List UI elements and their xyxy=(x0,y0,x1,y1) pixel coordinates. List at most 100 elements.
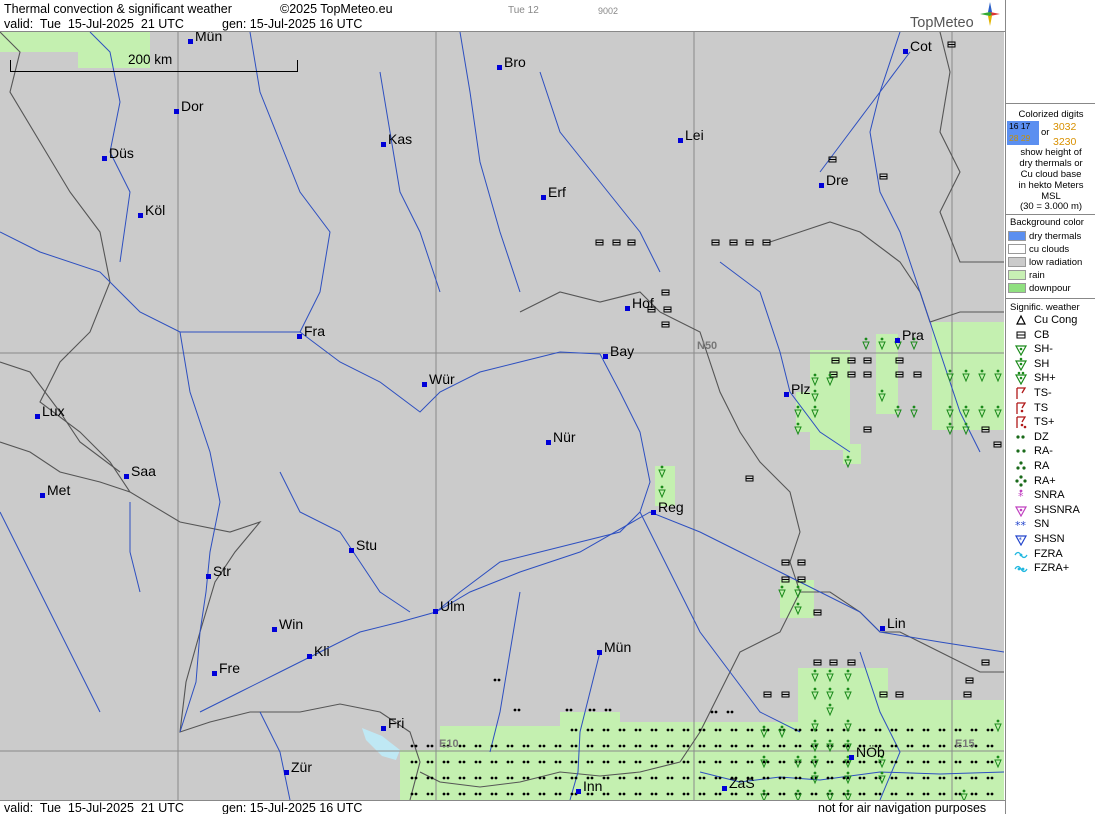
legend-weather-item: ** SN xyxy=(1008,517,1095,531)
city-label: Nür xyxy=(553,429,576,445)
city-marker-icon xyxy=(722,786,727,791)
legend-weather-item: * SNRA xyxy=(1008,488,1095,502)
city-label: ZaS xyxy=(729,775,755,791)
city-label: Bay xyxy=(610,343,635,359)
city-marker-icon xyxy=(307,654,312,659)
city-marker-icon xyxy=(212,671,217,676)
legend-weather-label: SH+ xyxy=(1034,372,1056,385)
city-label: Fre xyxy=(219,660,240,676)
topmeteo-logo-text[interactable]: TopMeteo xyxy=(910,15,974,31)
cb-icon xyxy=(828,156,837,163)
digits-alt-top: 3032 xyxy=(1053,121,1077,133)
background-label: rain xyxy=(1029,270,1045,281)
cb-icon xyxy=(781,559,790,566)
freezing-rain-heavy-icon xyxy=(1014,566,1028,573)
cb-icon xyxy=(879,173,888,180)
city-label: Erf xyxy=(548,184,566,200)
snow-icon: ** xyxy=(1015,519,1027,531)
city-marker-icon xyxy=(678,138,683,143)
legend-weather-label: TS+ xyxy=(1034,416,1055,429)
legend-weather-label: DZ xyxy=(1034,430,1049,443)
city-marker-icon xyxy=(188,39,193,44)
digits-desc-3: Cu cloud base xyxy=(1020,169,1082,180)
background-swatch xyxy=(1008,270,1026,280)
city-marker-icon xyxy=(497,65,502,70)
cb-icon xyxy=(863,357,872,364)
background-swatch xyxy=(1008,244,1026,254)
city-marker-icon xyxy=(576,789,581,794)
legend-weather-label: Cu Cong xyxy=(1034,314,1078,326)
cb-icon xyxy=(711,239,720,246)
background-swatch xyxy=(1008,257,1026,267)
drizzle-icon xyxy=(1016,435,1025,439)
drizzle-icon xyxy=(426,744,434,748)
digits-desc-1: show height of xyxy=(1020,147,1082,158)
legend-weather-label: RA- xyxy=(1034,445,1053,458)
legend-weather-item: * SHSN xyxy=(1008,532,1095,546)
map-header: Thermal convection & significant weather… xyxy=(0,0,1005,32)
legend-weather-label: SH xyxy=(1034,357,1050,370)
city-label: Inn xyxy=(583,778,603,794)
background-swatch xyxy=(1008,283,1026,293)
cb-icon xyxy=(797,559,806,566)
shower-icon xyxy=(910,405,918,419)
svg-text:*: * xyxy=(1019,536,1023,544)
city-label: Wür xyxy=(429,371,455,387)
cb-icon xyxy=(762,239,771,246)
background-label: downpour xyxy=(1029,283,1071,294)
grid-label-e15: E15 xyxy=(955,738,975,750)
weather-map[interactable]: 200 km N50 E10 E15 Mün Bro Cot Dor Kas Lei Düs… xyxy=(0,32,1004,800)
city-label: Bro xyxy=(504,54,526,70)
background-title: Background color xyxy=(1010,217,1084,228)
cb-icon xyxy=(913,371,922,378)
drizzle-icon xyxy=(565,708,573,712)
digits-desc-2: dry thermals or xyxy=(1019,158,1083,169)
map-title: Thermal convection & significant weather xyxy=(4,2,232,16)
city-label: Pra xyxy=(902,327,924,343)
digits-desc-6: (30 = 3.000 m) xyxy=(1019,201,1083,212)
thunderstorm-light-icon xyxy=(1016,387,1027,399)
cu-cong-icon xyxy=(1016,314,1026,325)
city-marker-icon xyxy=(651,510,656,515)
cb-icon xyxy=(663,306,672,313)
legend-weather-item: TS xyxy=(1008,401,1095,415)
legend-weather-label: SHSNRA xyxy=(1034,503,1080,516)
legend-weather-item: TS- xyxy=(1008,386,1095,400)
legend-weather-label: FZRA xyxy=(1034,547,1063,560)
city-label: Plz xyxy=(791,381,811,397)
cb-icon xyxy=(745,239,754,246)
snow-rain-icon: * xyxy=(1018,489,1024,502)
legend-weather-item: RA xyxy=(1008,459,1095,473)
copyright-text: ©2025 TopMeteo.eu xyxy=(280,2,393,16)
background-swatch xyxy=(1008,231,1026,241)
svg-text:**: ** xyxy=(1015,519,1027,531)
day-label: Tue 12 xyxy=(508,5,539,16)
city-marker-icon xyxy=(35,414,40,419)
drizzle-icon xyxy=(588,708,596,712)
city-marker-icon xyxy=(381,142,386,147)
legend-weather-label: SHSN xyxy=(1034,533,1065,545)
city-marker-icon xyxy=(880,626,885,631)
city-marker-icon xyxy=(102,156,107,161)
city-label: Cot xyxy=(910,38,932,54)
shower-light-icon xyxy=(1014,345,1028,357)
cb-icon xyxy=(661,289,670,296)
topmeteo-logo-icon xyxy=(980,2,1000,26)
shower-icon xyxy=(862,337,870,351)
cb-icon xyxy=(745,475,754,482)
cb-icon xyxy=(863,426,872,433)
legend-weather-label: RA xyxy=(1034,460,1050,472)
legend-weather-item: RA- xyxy=(1008,444,1095,458)
cb-icon xyxy=(965,677,974,684)
legend-weather-item: RA+ xyxy=(1008,474,1095,488)
drizzle-icon xyxy=(604,708,612,712)
city-label: Dor xyxy=(181,98,204,114)
cb-icon xyxy=(729,239,738,246)
valid-time: valid: Tue 15-Jul-2025 21 UTC xyxy=(4,17,184,31)
cb-icon xyxy=(1016,331,1026,339)
cb-icon xyxy=(627,239,636,246)
weather-title: Signific. weather xyxy=(1010,302,1080,313)
city-label: Saa xyxy=(131,463,156,479)
city-marker-icon xyxy=(903,49,908,54)
legend-weather-item: Cu Cong xyxy=(1008,313,1095,327)
